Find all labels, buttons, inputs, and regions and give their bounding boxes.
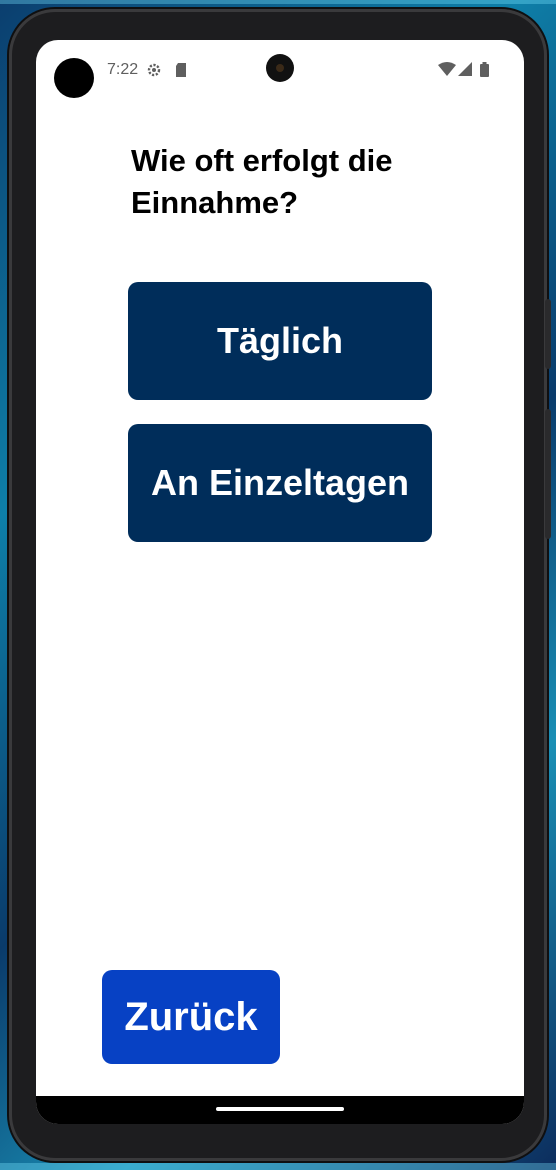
background-stripe <box>0 1163 556 1170</box>
back-button[interactable]: Zurück <box>102 970 280 1064</box>
front-camera <box>266 54 294 82</box>
signal-icon <box>458 62 472 80</box>
option-single-days-button[interactable]: An Einzeltagen <box>128 424 432 542</box>
navigation-bar <box>36 1096 524 1124</box>
option-daily-button[interactable]: Täglich <box>128 282 432 400</box>
camera-cutout <box>54 58 94 98</box>
volume-button[interactable] <box>545 409 551 539</box>
status-bar: 7:22 <box>36 40 524 104</box>
wifi-icon <box>438 62 456 80</box>
background-stripe <box>0 0 556 4</box>
sd-card-icon <box>174 62 188 82</box>
question-title: Wie oft erfolgt die Einnahme? <box>131 143 393 220</box>
settings-icon <box>146 62 162 82</box>
phone-screen: 7:22 Wie oft erfolgt die Einnahme? Tägli… <box>36 40 524 1124</box>
power-button[interactable] <box>545 299 551 369</box>
status-time: 7:22 <box>107 61 139 78</box>
battery-icon <box>480 62 489 81</box>
home-indicator[interactable] <box>216 1107 344 1111</box>
